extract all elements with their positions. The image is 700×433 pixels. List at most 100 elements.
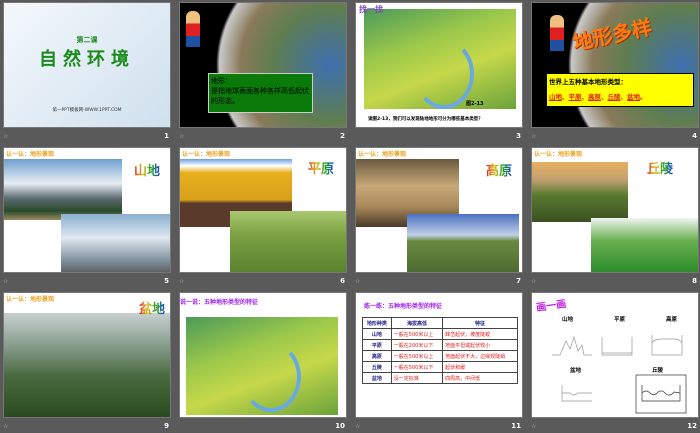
mountain-photo-1 — [4, 159, 122, 220]
hills-photo-1 — [532, 162, 628, 222]
slide-thumbnail-9[interactable]: 认一认：地形景观 盆地 — [3, 292, 171, 418]
slide-header: 认一认：地形景观 — [534, 151, 583, 158]
slide-subtitle: 第二课 — [76, 36, 98, 44]
cartoon-boy-image — [186, 11, 200, 47]
slide-caption: 读图2-13，我们可以发现陆地地形可分为哪些基本类型？ — [368, 117, 483, 122]
table-cell: 四周高，中间低 — [442, 372, 518, 384]
slide-thumbnail-6[interactable]: 认一认：地形景观 平原 — [179, 147, 347, 273]
table-cell: 地面起伏不大，边缘较陡峭 — [442, 350, 518, 362]
animation-icon: ☆ — [531, 278, 537, 285]
slide-number: 9 — [164, 422, 169, 430]
animation-icon: ☆ — [3, 423, 9, 430]
slide-meta-1: ☆ 1 — [3, 131, 171, 143]
table-row: 高原 一般在500米以上 地面起伏不大，边缘较陡峭 — [362, 350, 518, 362]
slide-thumbnail-5[interactable]: 认一认：地形景观 山地 — [3, 147, 171, 273]
slide-thumbnail-3[interactable]: 找一找 图2-13 读图2-13，我们可以发现陆地地形可分为哪些基本类型？ — [355, 2, 523, 128]
table-row: 平原 一般在200米以下 地面平坦或起伏较小 — [362, 339, 518, 351]
type-mountain: 山地 — [549, 93, 562, 101]
figure-label: 图2-13 — [466, 101, 484, 107]
slide-header: 认一认：地形景观 — [6, 151, 55, 158]
slide-header: 认一认：地形景观 — [6, 296, 55, 303]
slide-thumbnail-12[interactable]: 画一画 山地 平原 高原 盆地 丘陵 — [531, 292, 699, 418]
slide-title: 地形多样 — [570, 14, 654, 56]
slide-header: 找一找 — [359, 5, 383, 14]
animation-icon: ☆ — [179, 278, 185, 285]
table-row: 盆地 没一定标准 四周高，中间低 — [362, 372, 518, 384]
table-cell: 高原 — [362, 350, 392, 362]
slide-thumbnail-1[interactable]: 第二课 自然环境 第一PPT模板网-WWW.1PPT.COM — [3, 2, 171, 128]
type-plain: 平原 — [568, 93, 582, 101]
table-cell: 地面平坦或起伏较小 — [442, 339, 518, 351]
table-cell: 丘陵 — [362, 361, 392, 373]
basin-sketch — [561, 385, 592, 402]
column-header: 特征 — [442, 317, 518, 329]
slide-header: 认一认：地形景观 — [358, 151, 407, 158]
hills-sketch — [641, 385, 681, 402]
slide-meta-2: ☆ 2 — [179, 131, 347, 143]
animation-icon: ☆ — [3, 133, 9, 140]
hills-photo-2 — [591, 218, 698, 272]
plateau-sketch — [651, 335, 683, 356]
slide-tag: 平原 — [308, 158, 334, 177]
slide-number: 6 — [340, 277, 345, 285]
slide-number: 8 — [692, 277, 697, 285]
table-row: 山地 一般在500米以上 峰峦起伏，坡度陡峻 — [362, 328, 518, 340]
table-row: 丘陵 一般在500米以下 起伏和缓 — [362, 361, 518, 373]
table-cell: 一般在200米以下 — [390, 339, 444, 351]
slide-tag: 丘陵 — [647, 158, 673, 177]
table-cell: 起伏和缓 — [442, 361, 518, 373]
slide-tag: 盆地 — [139, 298, 165, 317]
slide-number: 10 — [335, 422, 345, 430]
slide-number: 5 — [164, 277, 169, 285]
plateau-photo-2 — [407, 214, 519, 272]
table-cell: 一般在500米以下 — [390, 361, 444, 373]
slide-number: 3 — [516, 132, 521, 140]
slide-meta-3: 3 — [355, 131, 523, 143]
table-cell: 盆地 — [362, 372, 392, 384]
column-header: 地形种类 — [362, 317, 392, 329]
slide-thumbnail-8[interactable]: 认一认：地形景观 丘陵 — [531, 147, 699, 273]
slide-thumbnail-10[interactable]: 说一说：五种地形类型的特征 — [179, 292, 347, 418]
slide-tag: 高原 — [486, 160, 512, 179]
slide-title: 自然环境 — [39, 49, 135, 70]
type-basin: 盆地 — [627, 93, 640, 101]
slide-thumbnail-11[interactable]: 练一练：五种地形类型的特征 地形种类 海拔高低 特征 山地 一般在500米以上 峰峦起伏… — [355, 292, 523, 418]
slide-header: 说一说：五种地形类型的特征 — [180, 299, 259, 306]
slide-thumbnail-7[interactable]: 认一认：地形景观 高原 — [355, 147, 523, 273]
table-cell: 峰峦起伏，坡度陡峻 — [442, 328, 518, 340]
basin-photo — [4, 313, 170, 417]
table-cell: 一般在500米以上 — [390, 350, 444, 362]
slide-thumbnail-4[interactable]: 地形多样 世界上五种基本地形类型： 山地、平原、高原、丘陵、盆地。 — [531, 2, 699, 128]
slide-number: 12 — [687, 422, 697, 430]
terrain-sketches — [552, 335, 687, 414]
slide-number: 11 — [511, 422, 521, 430]
slide-number: 7 — [516, 277, 521, 285]
animation-icon: ☆ — [355, 423, 361, 430]
mountain-sketch — [552, 335, 592, 356]
table-header-row: 地形种类 海拔高低 特征 — [362, 317, 518, 329]
box-title: 世界上五种基本地形类型： — [549, 78, 627, 86]
column-header: 海拔高低 — [390, 317, 444, 329]
table-cell: 一般在500米以上 — [390, 328, 444, 340]
slide-meta-7: ☆ 7 — [355, 276, 523, 288]
animation-icon: ☆ — [531, 423, 537, 430]
hills-frame — [635, 374, 687, 414]
animation-icon: ☆ — [3, 278, 9, 285]
slide-number: 4 — [692, 132, 697, 140]
type-plateau: 高原 — [588, 93, 601, 101]
terrain-map-image — [186, 317, 338, 415]
slide-header: 认一认：地形景观 — [182, 151, 231, 158]
slide-meta-8: ☆ 8 — [531, 276, 699, 288]
slide-meta-5: ☆ 5 — [3, 276, 171, 288]
slide-number: 1 — [164, 132, 169, 140]
plain-sketch — [601, 337, 633, 356]
slide-header: 练一练：五种地形类型的特征 — [364, 303, 443, 310]
slide-tag: 山地 — [134, 160, 160, 179]
table-cell: 没一定标准 — [390, 372, 444, 384]
slide-meta-12: ☆ 12 — [531, 421, 699, 433]
cartoon-boy-image — [550, 15, 564, 51]
slide-meta-11: ☆ 11 — [355, 421, 523, 433]
terrain-table: 地形种类 海拔高低 特征 山地 一般在500米以上 峰峦起伏，坡度陡峻 平原 一般在200… — [362, 317, 518, 384]
slide-thumbnail-2[interactable]: 地形： 是指地球表面各种各样高低起伏的形态。 — [179, 2, 347, 128]
box-title: 地形： — [211, 77, 232, 85]
